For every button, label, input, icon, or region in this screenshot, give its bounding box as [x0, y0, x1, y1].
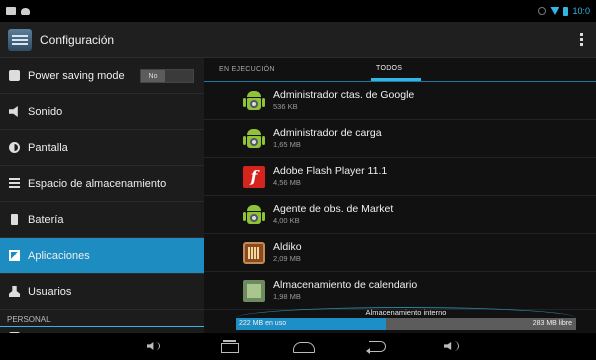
sidebar-item-label: Power saving mode	[28, 69, 125, 82]
sidebar-item-label: Espacio de almacenamiento	[28, 177, 167, 190]
sidebar-item-users[interactable]: Usuarios	[0, 274, 204, 310]
battery-icon	[11, 214, 18, 225]
list-item[interactable]: Administrador de carga 1,65 MB	[204, 120, 596, 158]
tab-all[interactable]: TODOS	[376, 65, 402, 72]
recent-apps-icon[interactable]	[219, 339, 239, 353]
android-app-icon	[243, 204, 265, 226]
calendar-storage-icon	[243, 279, 265, 302]
app-size: 4,00 KB	[273, 216, 300, 225]
status-time: 10:0	[572, 6, 590, 16]
android-app-icon	[243, 90, 265, 112]
sidebar-item-battery[interactable]: Batería	[0, 202, 204, 238]
apps-panel: EN EJECUCIÓN TODOS Administrador ctas. d…	[204, 58, 596, 333]
volume-down-icon[interactable]	[147, 339, 160, 353]
wifi-icon	[550, 7, 560, 15]
image-icon	[6, 7, 16, 15]
sidebar-item-apps[interactable]: Aplicaciones	[0, 238, 204, 274]
storage-used-label: 222 MB en uso	[239, 320, 287, 327]
app-name: Administrador ctas. de Google	[273, 89, 415, 101]
app-size: 536 KB	[273, 102, 298, 111]
cat-icon	[21, 7, 30, 15]
sidebar-item-label: Batería	[28, 213, 64, 226]
android-app-icon	[243, 128, 265, 150]
list-item[interactable]: Agente de obs. de Market 4,00 KB	[204, 196, 596, 234]
storage-bar: 222 MB en uso 283 MB libre	[236, 318, 576, 330]
settings-app-icon[interactable]	[8, 28, 32, 51]
app-size: 4,56 MB	[273, 178, 301, 187]
sidebar-item-power-saving[interactable]: Power saving mode No	[0, 58, 204, 94]
list-item[interactable]: f Adobe Flash Player 11.1 4,56 MB	[204, 158, 596, 196]
toggle-state: No	[141, 70, 165, 82]
list-item[interactable]: Aldiko 2,09 MB	[204, 234, 596, 272]
sidebar-item-storage[interactable]: Espacio de almacenamiento	[0, 166, 204, 202]
back-icon[interactable]	[366, 339, 388, 354]
sidebar-item-label: Aplicaciones	[28, 249, 90, 262]
users-icon	[9, 286, 20, 297]
app-name: Almacenamiento de calendario	[273, 279, 418, 291]
sidebar-item-label: Usuarios	[28, 285, 72, 298]
action-bar: Configuración	[0, 22, 596, 58]
display-icon	[9, 142, 20, 153]
storage-title: Almacenamiento interno	[365, 308, 447, 317]
alarm-icon	[538, 7, 547, 15]
storage-icon	[9, 178, 20, 189]
list-item[interactable]: Administrador ctas. de Google 536 KB	[204, 82, 596, 120]
battery-icon	[563, 6, 569, 16]
sidebar-item-label: Pantalla	[28, 141, 68, 154]
home-icon[interactable]	[292, 339, 315, 353]
sound-icon	[9, 106, 18, 117]
app-name: Administrador de carga	[273, 127, 382, 139]
status-right-icons: 10:0	[538, 6, 590, 16]
app-size: 1,98 MB	[273, 292, 301, 301]
app-name: Aldiko	[273, 241, 302, 253]
sidebar-item-label: Sonido	[28, 105, 63, 118]
sidebar-item-sound[interactable]: Sonido	[0, 94, 204, 130]
apps-icon	[9, 250, 20, 261]
navigation-bar	[0, 333, 596, 360]
storage-summary: Almacenamiento interno 222 MB en uso 283…	[236, 303, 576, 333]
power-saving-toggle[interactable]: No	[140, 69, 194, 83]
flash-player-icon: f	[243, 165, 265, 188]
aldiko-icon	[243, 241, 265, 264]
overflow-menu-icon[interactable]	[580, 33, 584, 46]
settings-sidebar: Power saving mode No Sonido Pantalla Esp…	[0, 58, 204, 333]
status-left-icons	[6, 7, 30, 15]
volume-up-icon[interactable]	[444, 339, 460, 353]
app-size: 1,65 MB	[273, 140, 301, 149]
power-icon	[9, 70, 20, 81]
section-header-personal: PERSONAL	[0, 310, 204, 327]
storage-free-label: 283 MB libre	[532, 320, 572, 327]
app-size: 2,09 MB	[273, 254, 301, 263]
tab-indicator	[371, 78, 421, 81]
app-name: Agente de obs. de Market	[273, 203, 394, 215]
app-name: Adobe Flash Player 11.1	[273, 165, 388, 177]
tab-running[interactable]: EN EJECUCIÓN	[219, 66, 275, 73]
sidebar-item-display[interactable]: Pantalla	[0, 130, 204, 166]
tab-bar: EN EJECUCIÓN TODOS	[204, 58, 596, 82]
status-bar: 10:0	[0, 0, 596, 22]
app-list: Administrador ctas. de Google 536 KB Adm…	[204, 82, 596, 310]
page-title: Configuración	[40, 32, 115, 47]
